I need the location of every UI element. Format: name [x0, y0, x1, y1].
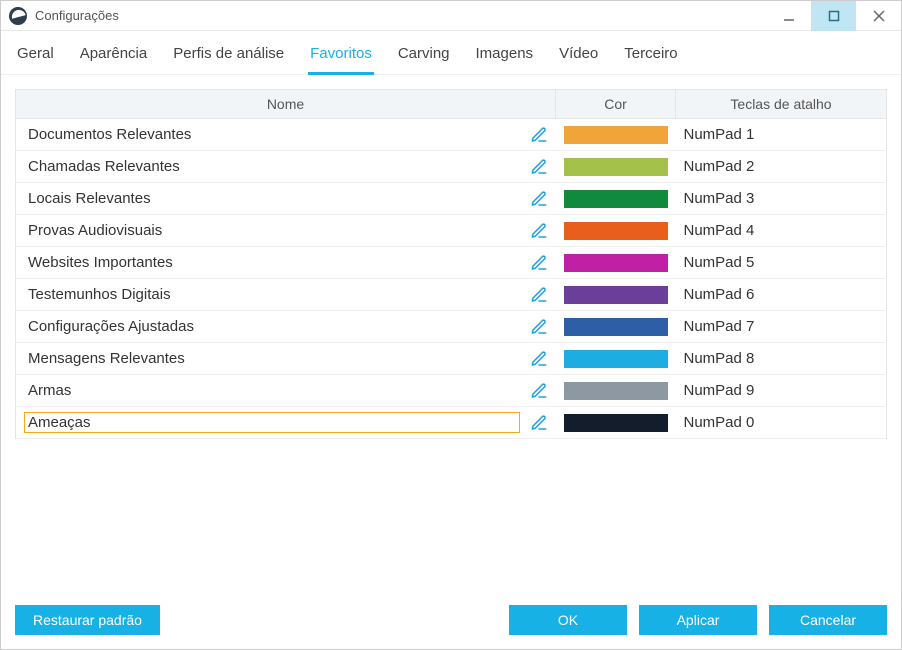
color-swatch[interactable]	[564, 382, 668, 400]
color-swatch[interactable]	[564, 190, 668, 208]
tab-aparencia[interactable]: Aparência	[78, 39, 150, 74]
tab-bar: Geral Aparência Perfis de análise Favoritos…	[1, 31, 901, 75]
favorite-name[interactable]: Armas	[24, 380, 520, 401]
column-header-name[interactable]: Nome	[16, 90, 556, 119]
color-swatch[interactable]	[564, 254, 668, 272]
pencil-icon[interactable]	[530, 414, 548, 432]
tab-video[interactable]: Vídeo	[557, 39, 600, 74]
pencil-icon[interactable]	[530, 286, 548, 304]
tab-label: Carving	[398, 45, 450, 62]
tab-label: Favoritos	[310, 45, 372, 62]
table-row: Documentos Relevantes NumPad 1	[16, 119, 887, 151]
pencil-icon[interactable]	[530, 254, 548, 272]
shortcut-key: NumPad 4	[676, 215, 887, 247]
tab-geral[interactable]: Geral	[15, 39, 56, 74]
titlebar: Configurações	[1, 1, 901, 31]
shortcut-key: NumPad 9	[676, 375, 887, 407]
shortcut-key: NumPad 5	[676, 247, 887, 279]
cancel-button[interactable]: Cancelar	[769, 605, 887, 635]
column-header-color[interactable]: Cor	[556, 90, 676, 119]
tab-label: Terceiro	[624, 45, 677, 62]
maximize-button[interactable]	[811, 1, 856, 31]
color-swatch[interactable]	[564, 350, 668, 368]
table-row: Ameaças NumPad 0	[16, 407, 887, 439]
favorite-name[interactable]: Locais Relevantes	[24, 188, 520, 209]
pencil-icon[interactable]	[530, 158, 548, 176]
tab-content-favoritos: Nome Cor Teclas de atalho Documentos Rel…	[1, 75, 901, 593]
color-swatch[interactable]	[564, 414, 668, 432]
favorite-name[interactable]: Provas Audiovisuais	[24, 220, 520, 241]
close-button[interactable]	[856, 1, 901, 31]
table-row: Armas NumPad 9	[16, 375, 887, 407]
table-row: Testemunhos Digitais NumPad 6	[16, 279, 887, 311]
maximize-icon	[828, 10, 840, 22]
color-swatch[interactable]	[564, 286, 668, 304]
shortcut-key: NumPad 0	[676, 407, 887, 439]
pencil-icon[interactable]	[530, 318, 548, 336]
favorite-name[interactable]: Testemunhos Digitais	[24, 284, 520, 305]
favorite-name[interactable]: Websites Importantes	[24, 252, 520, 273]
tab-favoritos[interactable]: Favoritos	[308, 39, 374, 75]
tab-label: Perfis de análise	[173, 45, 284, 62]
color-swatch[interactable]	[564, 126, 668, 144]
favorite-name[interactable]: Mensagens Relevantes	[24, 348, 520, 369]
shortcut-key: NumPad 2	[676, 151, 887, 183]
pencil-icon[interactable]	[530, 350, 548, 368]
favorite-name[interactable]: Ameaças	[24, 412, 520, 433]
shortcut-key: NumPad 3	[676, 183, 887, 215]
favorite-name[interactable]: Chamadas Relevantes	[24, 156, 520, 177]
tab-perfis[interactable]: Perfis de análise	[171, 39, 286, 74]
favorites-table: Nome Cor Teclas de atalho Documentos Rel…	[15, 89, 887, 439]
minimize-button[interactable]	[766, 1, 811, 31]
favorite-name[interactable]: Documentos Relevantes	[24, 124, 520, 145]
shortcut-key: NumPad 7	[676, 311, 887, 343]
table-row: Configurações Ajustadas NumPad 7	[16, 311, 887, 343]
table-row: Provas Audiovisuais NumPad 4	[16, 215, 887, 247]
ok-button[interactable]: OK	[509, 605, 627, 635]
tab-label: Geral	[17, 45, 54, 62]
dialog-footer: Restaurar padrão OK Aplicar Cancelar	[1, 593, 901, 649]
pencil-icon[interactable]	[530, 382, 548, 400]
table-row: Locais Relevantes NumPad 3	[16, 183, 887, 215]
table-row: Websites Importantes NumPad 5	[16, 247, 887, 279]
shortcut-key: NumPad 1	[676, 119, 887, 151]
app-icon	[9, 7, 27, 25]
table-row: Chamadas Relevantes NumPad 2	[16, 151, 887, 183]
color-swatch[interactable]	[564, 222, 668, 240]
favorite-name[interactable]: Configurações Ajustadas	[24, 316, 520, 337]
pencil-icon[interactable]	[530, 190, 548, 208]
close-icon	[872, 9, 886, 23]
window-title: Configurações	[35, 8, 119, 23]
tab-label: Aparência	[80, 45, 148, 62]
shortcut-key: NumPad 6	[676, 279, 887, 311]
restore-default-button[interactable]: Restaurar padrão	[15, 605, 160, 635]
tab-imagens[interactable]: Imagens	[474, 39, 536, 74]
tab-label: Vídeo	[559, 45, 598, 62]
pencil-icon[interactable]	[530, 222, 548, 240]
shortcut-key: NumPad 8	[676, 343, 887, 375]
minimize-icon	[783, 10, 795, 22]
pencil-icon[interactable]	[530, 126, 548, 144]
color-swatch[interactable]	[564, 318, 668, 336]
table-row: Mensagens Relevantes NumPad 8	[16, 343, 887, 375]
tab-terceiro[interactable]: Terceiro	[622, 39, 679, 74]
tab-carving[interactable]: Carving	[396, 39, 452, 74]
apply-button[interactable]: Aplicar	[639, 605, 757, 635]
settings-window: Configurações Geral Aparência Perfis de an…	[0, 0, 902, 650]
color-swatch[interactable]	[564, 158, 668, 176]
column-header-keys[interactable]: Teclas de atalho	[676, 90, 887, 119]
tab-label: Imagens	[476, 45, 534, 62]
